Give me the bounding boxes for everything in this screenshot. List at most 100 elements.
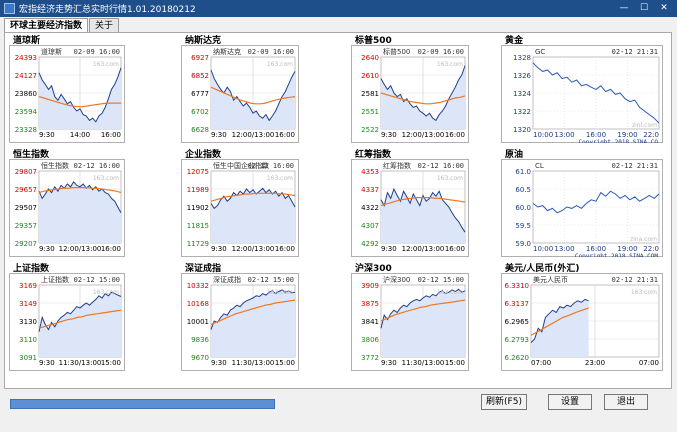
charts-area: 道琼斯 道琼斯 02-09 16:00 24393 24127 23860 23594 233… xyxy=(4,32,672,389)
y-tick-label: 1324 xyxy=(513,90,531,98)
chart-svg-crude: 原油 CL 02-12 21:31 61.0 60.5 60.0 59.5 59.010:00… xyxy=(501,149,663,257)
y-tick-label: 3130 xyxy=(19,318,37,326)
chart-panel-spx[interactable]: 标普500 标普500 02-09 16:00 2640 2610 2581 2551 252… xyxy=(351,35,469,143)
chart-timestamp: 02-12 15:00 xyxy=(74,276,120,284)
chart-inner-label: CL xyxy=(535,162,544,170)
chart-svg-ixic: 纳斯达克纳斯达克 02-09 16:00 6927 6852 6777 6702 66289… xyxy=(181,35,299,143)
y-tick-label: 2581 xyxy=(361,90,379,98)
chart-svg-hstech: 红筹指数红筹指数 02-12 16:00 4353 4337 4322 4307 42929… xyxy=(351,149,469,257)
tab-global-indices[interactable]: 环球主要经济指数 xyxy=(4,18,89,33)
chart-panel-usdcny[interactable]: 美元/人民币(外汇) 美元人民币 02-12 21:31 6.3310 6.3137 6.… xyxy=(501,263,663,371)
y-tick-label: 10168 xyxy=(187,300,209,308)
chart-inner-label: 纳斯达克 xyxy=(213,47,241,56)
chart-panel-dji[interactable]: 道琼斯 道琼斯 02-09 16:00 24393 24127 23860 23594 233… xyxy=(9,35,125,143)
settings-button[interactable]: 设置 xyxy=(548,394,592,410)
chart-panel-hsi[interactable]: 恒生指数 恒生指数 02-12 16:00 29807 29657 29507 29357 2… xyxy=(9,149,125,257)
chart-panel-ixic[interactable]: 纳斯达克 纳斯达克 02-09 16:00 6927 6852 6777 6702 6628 9… xyxy=(181,35,299,143)
chart-title: 深证成指 xyxy=(185,263,221,274)
y-tick-label: 9670 xyxy=(191,354,209,362)
chart-svg-gold: 黄金 GC 02-12 21:31 1328 1326 1324 1322 132010:00… xyxy=(501,35,663,143)
y-tick-label: 59.5 xyxy=(515,222,531,230)
chart-panel-csi300[interactable]: 沪深300 沪深300 02-12 15:00 3909 3875 3841 3806 377… xyxy=(351,263,469,371)
watermark: 163.com xyxy=(93,61,119,68)
x-tick-label: 16:00 xyxy=(586,131,606,139)
chart-inner-label: 深证成指 xyxy=(213,275,241,284)
chart-panel-sse[interactable]: 上证指数 上证指数 02-12 15:00 3169 3149 3130 3110 3091 9… xyxy=(9,263,125,371)
chart-panel-crude[interactable]: 原油 CL 02-12 21:31 61.0 60.5 60.0 59.5 59.0 10:00… xyxy=(501,149,663,257)
close-button[interactable]: ✕ xyxy=(655,2,673,15)
y-tick-label: 3806 xyxy=(361,336,379,344)
y-tick-label: 3841 xyxy=(361,318,379,326)
y-tick-label: 2522 xyxy=(361,126,379,134)
y-tick-label: 1322 xyxy=(513,108,531,116)
y-tick-label: 6.2793 xyxy=(505,336,530,344)
y-tick-label: 59.0 xyxy=(515,240,531,248)
watermark: 163.com xyxy=(93,175,119,182)
refresh-button[interactable]: 刷新(F5) xyxy=(481,394,527,410)
chart-svg-szse: 深证成指深证成指 02-12 15:00 10332 10168 10001 9836 96… xyxy=(181,263,299,371)
y-tick-label: 24127 xyxy=(15,72,37,80)
progress-bar xyxy=(10,399,275,409)
y-tick-label: 10001 xyxy=(187,318,209,326)
chart-title: 美元/人民币(外汇) xyxy=(505,263,580,274)
watermark: 163.com xyxy=(267,175,293,182)
tab-about[interactable]: 关于 xyxy=(89,18,120,33)
y-tick-label: 3091 xyxy=(19,354,37,362)
y-tick-label: 6.3310 xyxy=(505,282,530,290)
chart-inner-label: 上证指数 xyxy=(41,275,69,284)
chart-timestamp: 02-09 16:00 xyxy=(418,48,464,56)
watermark: 163.com xyxy=(631,289,657,296)
watermark: 163.com xyxy=(267,61,293,68)
chart-svg-spx: 标普500标普500 02-09 16:00 2640 2610 2581 2551 252… xyxy=(351,35,469,143)
x-tick-label: 16:00 xyxy=(101,131,121,139)
watermark: 163.com xyxy=(93,289,119,296)
y-tick-label: 11902 xyxy=(187,204,209,212)
copyright-text: Copyright 2018 SINA.COM xyxy=(575,253,658,257)
x-tick-label: 9:30 xyxy=(39,359,55,367)
x-tick-label: 16:00 xyxy=(275,131,295,139)
y-tick-label: 6.2620 xyxy=(505,354,530,362)
maximize-button[interactable]: ☐ xyxy=(635,2,653,15)
y-tick-label: 6702 xyxy=(191,108,209,116)
x-tick-label: 15:00 xyxy=(445,359,465,367)
y-tick-label: 6.3137 xyxy=(505,300,530,308)
exit-button[interactable]: 退出 xyxy=(604,394,648,410)
x-tick-label: 22:0 xyxy=(643,245,659,253)
y-tick-label: 4353 xyxy=(361,168,379,176)
chart-inner-label: 恒生指数 xyxy=(41,161,69,170)
y-tick-label: 10332 xyxy=(187,282,209,290)
chart-timestamp: 02-12 21:31 xyxy=(612,276,658,284)
chart-title: 红筹指数 xyxy=(355,149,392,160)
chart-inner-label: 美元人民币 xyxy=(533,275,568,284)
y-tick-label: 3110 xyxy=(19,336,37,344)
minimize-button[interactable]: — xyxy=(615,2,633,15)
y-tick-label: 1326 xyxy=(513,72,531,80)
chart-panel-szse[interactable]: 深证成指 深证成指 02-12 15:00 10332 10168 10001 9836 96… xyxy=(181,263,299,371)
x-tick-label: 07:00 xyxy=(531,359,551,367)
y-tick-label: 29657 xyxy=(15,186,37,194)
tab-strip: 环球主要经济指数 关于 xyxy=(4,18,120,33)
chart-panel-gold[interactable]: 黄金 GC 02-12 21:31 1328 1326 1324 1322 1320 10:00… xyxy=(501,35,663,143)
x-tick-label: 16:00 xyxy=(275,245,295,253)
chart-panel-hscei[interactable]: 企业指数 恒生中国企业指数 02-12 16:00 12075 11989 11902 11… xyxy=(181,149,299,257)
chart-svg-sse: 上证指数上证指数 02-12 15:00 3169 3149 3130 3110 30919… xyxy=(9,263,125,371)
chart-panel-hstech[interactable]: 红筹指数 红筹指数 02-12 16:00 4353 4337 4322 4307 4292 9… xyxy=(351,149,469,257)
chart-inner-label: 标普500 xyxy=(383,47,410,56)
chart-title: 黄金 xyxy=(505,35,524,46)
y-tick-label: 6852 xyxy=(191,72,209,80)
x-tick-label: 14:00 xyxy=(70,131,90,139)
chart-title: 原油 xyxy=(505,149,523,160)
chart-title: 沪深300 xyxy=(355,263,392,274)
y-tick-label: 60.5 xyxy=(515,186,531,194)
chart-timestamp: 02-12 21:31 xyxy=(612,162,658,170)
x-tick-label: 9:30 xyxy=(381,245,397,253)
chart-svg-usdcny: 美元/人民币(外汇)美元人民币 02-12 21:31 6.3310 6.3137 6.… xyxy=(501,263,663,371)
watermark: 163.com xyxy=(437,289,463,296)
y-tick-label: 12075 xyxy=(187,168,209,176)
y-tick-label: 24393 xyxy=(15,54,37,62)
x-tick-label: 11:30/13:00 xyxy=(232,359,275,367)
watermark: zinl.com xyxy=(632,122,657,129)
y-tick-label: 3149 xyxy=(19,300,37,308)
y-tick-label: 9836 xyxy=(191,336,209,344)
x-tick-label: 16:00 xyxy=(101,245,121,253)
